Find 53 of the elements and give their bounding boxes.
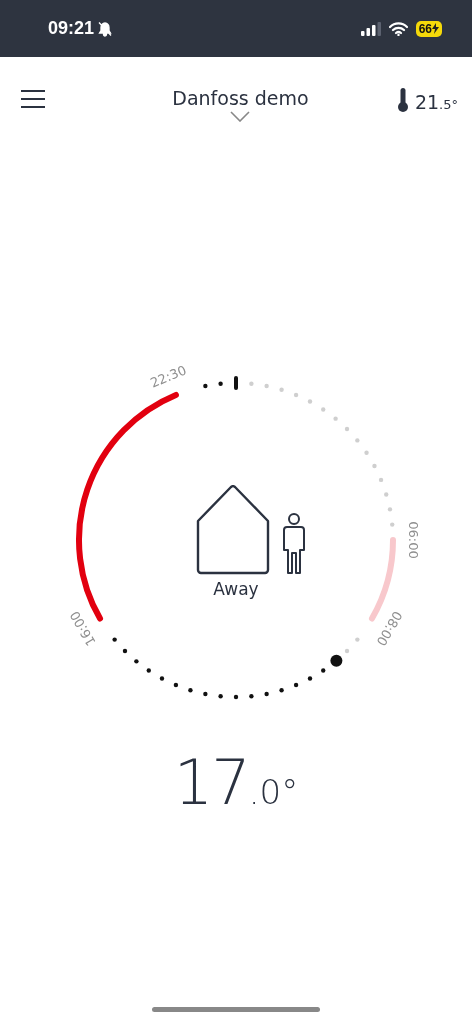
schedule-dot <box>321 668 326 673</box>
schedule-dot <box>321 407 326 412</box>
schedule-dot <box>372 463 377 469</box>
schedule-dot <box>344 426 350 432</box>
schedule-dot <box>355 438 360 443</box>
location-title[interactable]: Danfoss demo <box>172 87 309 109</box>
schedule-dot <box>384 492 389 497</box>
menu-icon[interactable] <box>20 89 46 109</box>
schedule-dot <box>159 676 165 681</box>
schedule-dot <box>355 637 360 642</box>
midnight-tick <box>234 376 238 390</box>
room-temperature: 21.5° <box>414 91 458 113</box>
period-end-time: 22:30 <box>148 362 189 391</box>
schedule-dot <box>122 648 128 654</box>
schedule-dot <box>188 688 193 693</box>
mode-label: Away <box>213 579 259 599</box>
schedule-dot <box>390 522 395 527</box>
thermometer-icon <box>396 87 409 113</box>
schedule-dot <box>333 416 338 421</box>
schedule-dot <box>307 676 313 681</box>
schedule-dot <box>293 682 299 688</box>
schedule-dot <box>203 383 208 389</box>
schedule-dot <box>387 507 393 512</box>
current-time-handle[interactable] <box>330 654 343 667</box>
schedule-dot <box>279 387 284 392</box>
schedule-dot <box>233 694 239 700</box>
bell-muted-icon <box>97 20 114 37</box>
house-icon <box>195 485 271 575</box>
schedule-dot <box>264 691 269 697</box>
schedule-dot <box>378 477 384 483</box>
schedule-dot <box>364 450 369 455</box>
schedule-dot <box>112 637 117 642</box>
status-time: 09:21 <box>48 18 95 39</box>
schedule-dot <box>218 694 223 699</box>
schedule-dot <box>307 399 313 404</box>
schedule-dot <box>218 381 223 386</box>
schedule-dot <box>344 648 350 654</box>
signal-icon <box>360 21 381 36</box>
period-start-time: 06:00 <box>405 521 421 559</box>
person-icon <box>281 513 307 575</box>
battery-icon: 66 <box>415 20 442 37</box>
schedule-dot <box>279 688 284 693</box>
schedule-dot <box>203 691 208 697</box>
wifi-icon <box>388 21 408 36</box>
chevron-down-icon[interactable] <box>230 111 251 122</box>
schedule-dot <box>146 668 151 673</box>
schedule-dot <box>264 383 269 389</box>
schedule-dot <box>134 659 139 664</box>
schedule-dot <box>249 381 254 386</box>
setpoint-temperature[interactable]: 17.0° <box>173 746 299 819</box>
schedule-dot <box>249 694 254 699</box>
schedule-dot <box>173 682 179 688</box>
schedule-dot <box>293 392 299 398</box>
